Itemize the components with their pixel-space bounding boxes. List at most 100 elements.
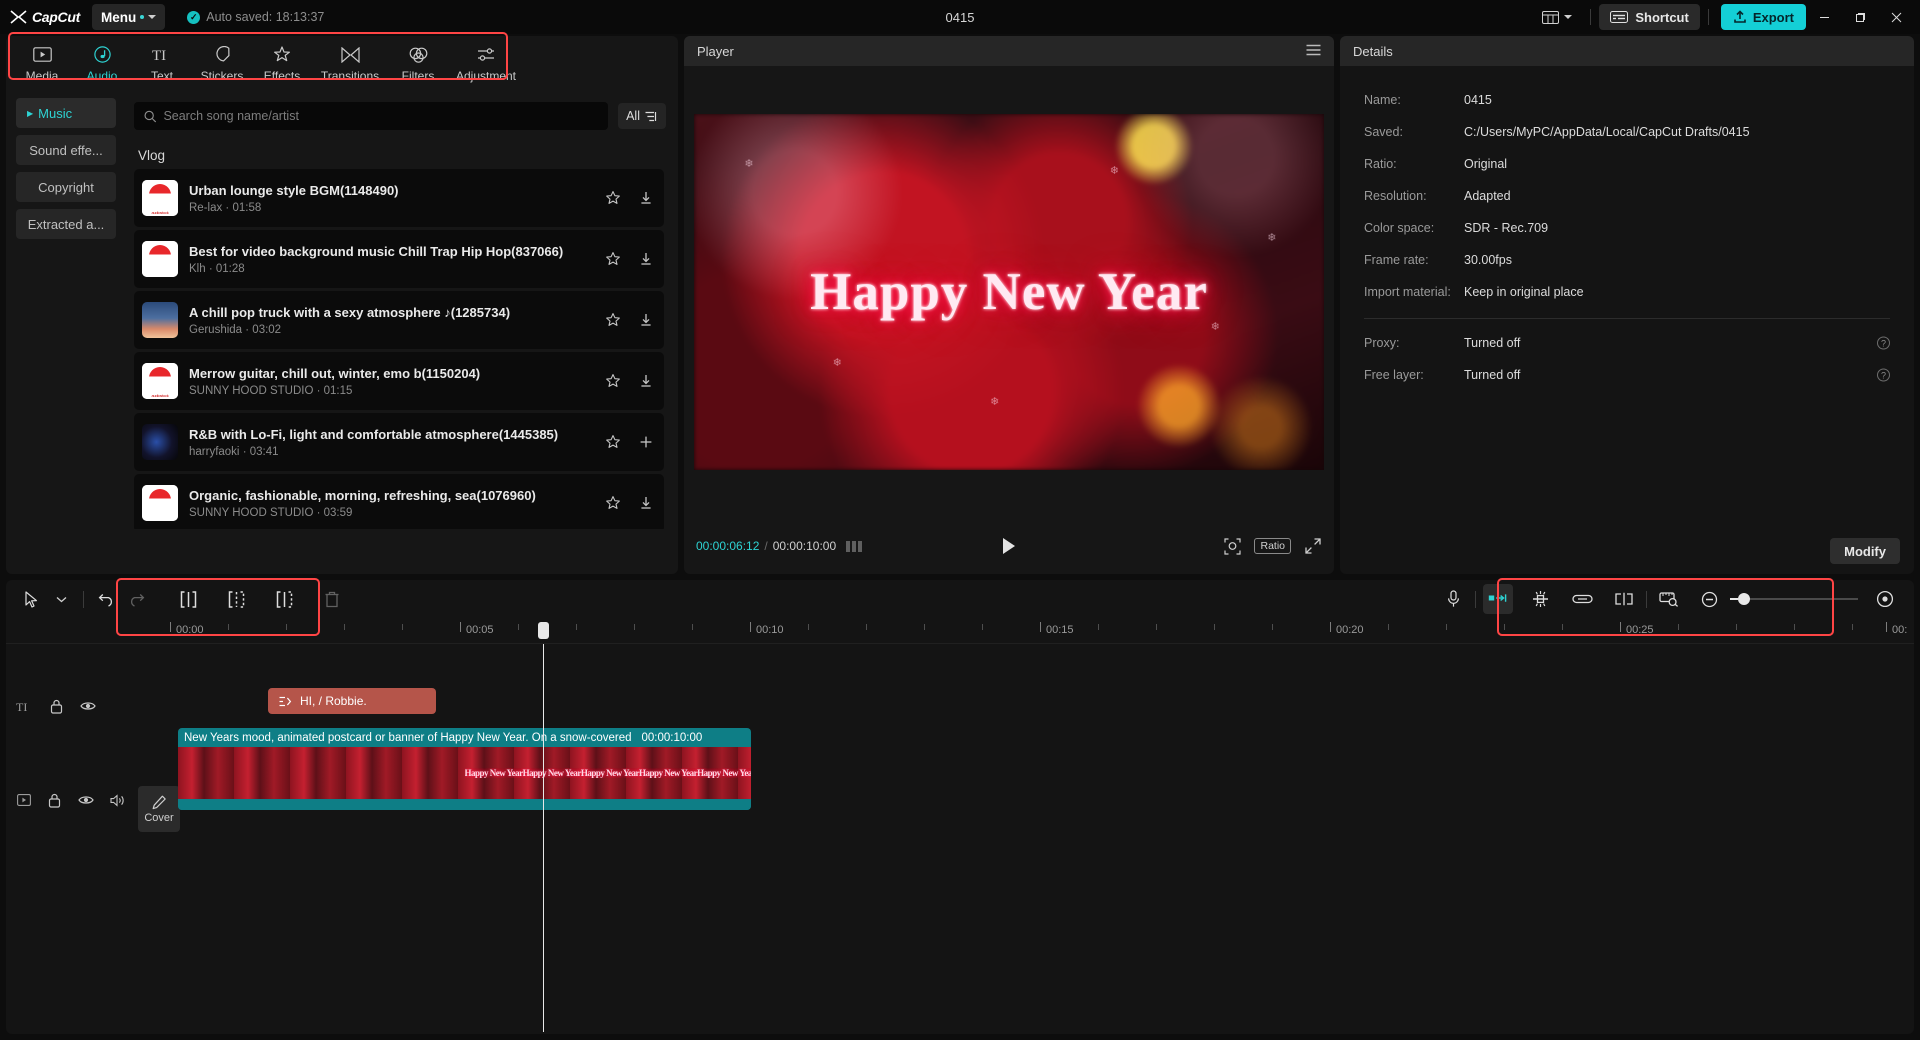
list-item[interactable]: Organic, fashionable, morning, refreshin… [134,474,664,529]
video-clip[interactable]: New Years mood, animated postcard or ban… [178,728,751,810]
download-icon[interactable] [637,312,654,329]
delete-left-button[interactable] [221,584,251,614]
mirror-button[interactable] [1609,584,1639,614]
zoom-fit-button[interactable] [1870,584,1900,614]
tab-adjustment[interactable]: Adjustment [448,38,524,90]
video-clip-neon-text: Happy New YearHappy New YearHappy New Ye… [465,768,752,778]
maximize-button[interactable] [1842,0,1878,34]
sidenav-label: Extracted a... [28,217,105,232]
favorite-icon[interactable] [604,312,621,329]
chevron-right-icon: ▶ [27,109,33,118]
delete-button[interactable] [317,584,347,614]
eye-icon[interactable] [78,792,94,808]
layout-button[interactable] [1532,11,1582,24]
tab-transitions[interactable]: Transitions [312,38,388,90]
export-button[interactable]: Export [1721,4,1806,30]
tab-media[interactable]: Media [12,38,72,90]
effects-icon [273,45,291,64]
hamburger-icon[interactable] [1306,44,1321,59]
download-icon[interactable] [637,495,654,512]
details-header: Details [1340,36,1914,66]
list-item[interactable]: audiostock Merrow guitar, chill out, win… [134,352,664,410]
playhead[interactable] [543,644,544,1032]
keyframe-button[interactable] [1525,584,1555,614]
delete-right-button[interactable] [269,584,299,614]
minimize-button[interactable] [1806,0,1842,34]
filter-icon [645,111,658,122]
divider [1708,9,1709,25]
speaker-icon[interactable] [110,792,126,808]
song-thumbnail: audiostock [142,180,178,216]
detail-row-free-layer: Free layer: Turned off ? [1364,359,1890,391]
zoom-out-button[interactable] [1694,584,1724,614]
song-title: Best for video background music Chill Tr… [189,244,604,259]
cover-button[interactable]: Cover [138,786,180,832]
timeline-ruler[interactable]: 00:00 00:05 00:10 00:15 00:20 00:25 00: [6,618,1914,644]
sidenav-item-extracted-audio[interactable]: Extracted a... [16,209,116,239]
auto-caption-button[interactable] [1483,584,1513,614]
tab-audio[interactable]: Audio [72,38,132,90]
video-title-text: Happy New Year [694,262,1324,322]
tab-filters[interactable]: Filters [388,38,448,90]
select-dropdown-button[interactable] [46,584,76,614]
song-list[interactable]: audiostock Urban lounge style BGM(114849… [128,169,672,529]
play-button[interactable] [998,535,1020,557]
sidenav-item-sound-effects[interactable]: Sound effe... [16,135,116,165]
menu-button[interactable]: Menu [92,4,165,30]
modify-button[interactable]: Modify [1830,538,1900,564]
search-input[interactable] [163,109,598,123]
favorite-icon[interactable] [604,373,621,390]
search-box[interactable] [134,102,608,130]
undo-button[interactable] [91,584,121,614]
menu-label: Menu [101,10,136,25]
cover-label: Cover [144,812,173,824]
song-title: R&B with Lo-Fi, light and comfortable at… [189,427,604,442]
snowflake-icon: ❄ [744,157,753,170]
tab-effects[interactable]: Effects [252,38,312,90]
video-preview[interactable]: ❄ ❄ ❄ ❄ ❄ ❄ Happy New Year [694,114,1324,470]
favorite-icon[interactable] [604,251,621,268]
list-item[interactable]: A chill pop truck with a sexy atmosphere… [134,291,664,349]
download-icon[interactable] [637,190,654,207]
record-button[interactable] [1438,584,1468,614]
left-panel: Media Audio TI Text Stickers Effects Tra… [6,36,678,574]
fullscreen-icon[interactable] [1304,537,1322,555]
redo-button[interactable] [121,584,151,614]
ratio-button[interactable]: Ratio [1254,538,1291,554]
ruler-label: 00: [1892,624,1907,636]
list-item[interactable]: audiostock Urban lounge style BGM(114849… [134,169,664,227]
lock-icon[interactable] [47,792,62,808]
help-icon[interactable]: ? [1877,369,1890,382]
playhead-handle[interactable] [538,622,549,639]
crop-icon[interactable] [1223,537,1241,555]
zoom-slider[interactable] [1730,598,1858,600]
shortcut-button[interactable]: Shortcut [1599,4,1699,30]
close-button[interactable] [1878,0,1914,34]
select-tool-button[interactable] [16,584,46,614]
sidenav-item-copyright[interactable]: Copyright [16,172,116,202]
favorite-icon[interactable] [604,434,621,451]
svg-text:TI: TI [16,700,27,713]
tab-stickers[interactable]: Stickers [192,38,252,90]
help-icon[interactable]: ? [1877,337,1890,350]
list-item[interactable]: Best for video background music Chill Tr… [134,230,664,288]
text-clip[interactable]: HI, / Robbie. [268,688,436,714]
link-button[interactable] [1567,584,1597,614]
add-icon[interactable] [637,434,654,451]
filter-button[interactable]: All [618,103,666,129]
download-icon[interactable] [637,373,654,390]
tab-text[interactable]: TI Text [132,38,192,90]
zoom-slider-knob[interactable] [1738,593,1750,605]
sidenav-item-music[interactable]: ▶ Music [16,98,116,128]
app-logo: CapCut [10,9,80,25]
favorite-icon[interactable] [604,495,621,512]
favorite-icon[interactable] [604,190,621,207]
download-icon[interactable] [637,251,654,268]
preview-scale-button[interactable] [1654,584,1684,614]
song-subtitle: harryfaoki · 03:41 [189,446,604,458]
frames-icon[interactable] [846,541,862,552]
lock-icon[interactable] [48,698,64,714]
split-button[interactable] [173,584,203,614]
list-item[interactable]: R&B with Lo-Fi, light and comfortable at… [134,413,664,471]
eye-icon[interactable] [80,698,96,714]
